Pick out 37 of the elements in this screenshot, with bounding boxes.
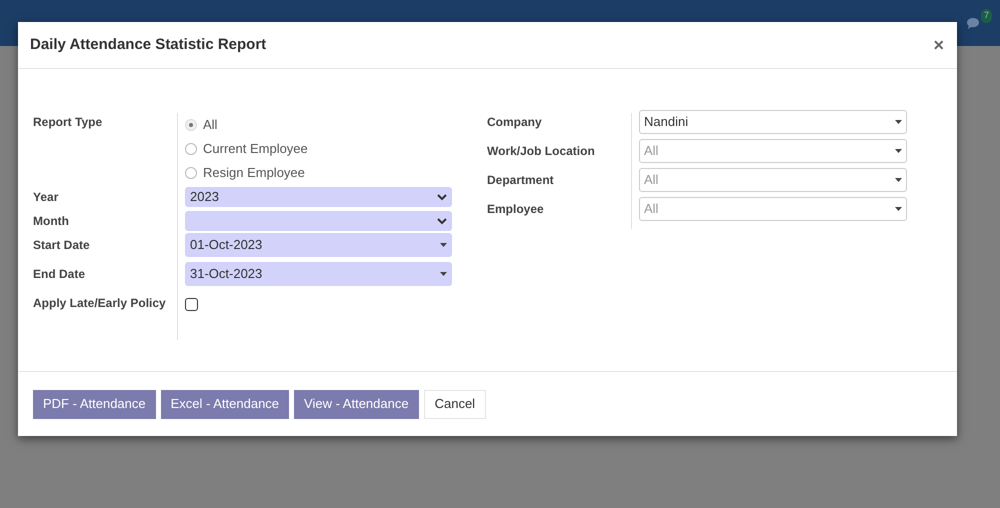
notification-badge: 7 [980,9,992,22]
field-label: Start Date [33,237,91,254]
radio-button[interactable] [185,167,197,179]
attendance-button[interactable]: View - Attendance [294,390,419,418]
checkbox[interactable] [185,298,198,311]
year-select[interactable]: 2023 [185,187,452,207]
caret-down-icon [895,120,902,124]
field-label: Apply Late/Early Policy [33,295,167,312]
caret-down-icon [440,243,447,247]
radio-button[interactable] [185,119,197,131]
close-button[interactable]: × [933,36,944,54]
field-label: Month [33,213,70,230]
field-label: Year [33,189,60,206]
caret-down-icon [895,178,902,182]
date-field[interactable]: 01-Oct-2023 [185,233,452,257]
attendance-button[interactable]: PDF - Attendance [33,390,156,418]
chevron-down-icon [437,218,447,224]
cancel-button[interactable]: Cancel [424,390,486,418]
dialog-title: Daily Attendance Statistic Report [30,34,266,55]
radio-label: All [203,116,218,134]
dropdown-field[interactable]: Nandini [639,110,907,134]
caret-down-icon [440,272,447,276]
radio-button[interactable] [185,143,197,155]
field-label: End Date [33,266,86,283]
field-label: Employee [487,201,545,218]
field-label: Work/Job Location [487,143,596,160]
field-label: Department [487,172,555,189]
field-label: Report Type [33,114,104,131]
chat-icon[interactable] [966,17,980,30]
attendance-button[interactable]: Excel - Attendance [160,390,290,418]
chevron-down-icon [437,194,447,200]
radio-label: Current Employee [203,140,308,158]
field-label: Company [487,114,543,131]
date-field[interactable]: 31-Oct-2023 [185,262,452,286]
radio-label: Resign Employee [203,164,305,182]
caret-down-icon [895,207,902,211]
caret-down-icon [895,149,902,153]
